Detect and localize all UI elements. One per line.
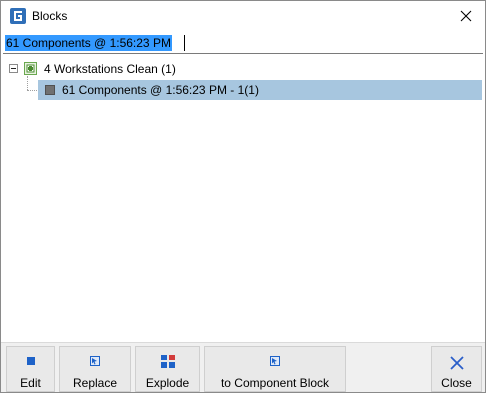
replace-label: Replace <box>72 376 118 390</box>
search-input[interactable] <box>5 35 481 51</box>
bottom-toolbar: Edit Replace Explode to Component Block … <box>1 342 485 392</box>
edit-button[interactable]: Edit <box>6 346 55 392</box>
to-component-block-button[interactable]: to Component Block <box>204 346 346 392</box>
edit-label: Edit <box>20 376 41 390</box>
explode-icon <box>160 355 175 371</box>
blocks-dialog: Blocks 61 Components @ 1:56:23 PM 4 Work… <box>0 0 486 393</box>
title-bar: Blocks <box>1 1 485 31</box>
explode-label: Explode <box>145 376 190 390</box>
block-item-icon <box>45 85 55 95</box>
window-title: Blocks <box>32 9 68 23</box>
to-component-icon <box>270 355 280 369</box>
close-button[interactable]: Close <box>431 346 482 392</box>
collapse-toggle[interactable] <box>9 64 18 73</box>
explode-button[interactable]: Explode <box>135 346 200 392</box>
tree-connector <box>27 76 28 90</box>
app-logo-icon <box>10 8 26 24</box>
close-label: Close <box>441 376 472 390</box>
group-block-icon <box>24 62 37 75</box>
tree-node-root-label[interactable]: 4 Workstations Clean (1) <box>44 61 176 77</box>
replace-button[interactable]: Replace <box>59 346 131 392</box>
blocks-tree: 4 Workstations Clean (1) 61 Components @… <box>3 56 483 341</box>
replace-icon <box>90 355 100 369</box>
close-icon[interactable] <box>451 1 481 31</box>
tree-node-child-label: 61 Components @ 1:56:23 PM - 1(1) <box>62 83 259 97</box>
close-x-icon <box>449 355 465 374</box>
search-bar: 61 Components @ 1:56:23 PM <box>3 32 483 54</box>
edit-icon <box>26 355 36 369</box>
to-component-block-label: to Component Block <box>220 376 330 390</box>
tree-connector <box>27 90 37 91</box>
tree-node-child[interactable]: 61 Components @ 1:56:23 PM - 1(1) <box>38 80 482 100</box>
